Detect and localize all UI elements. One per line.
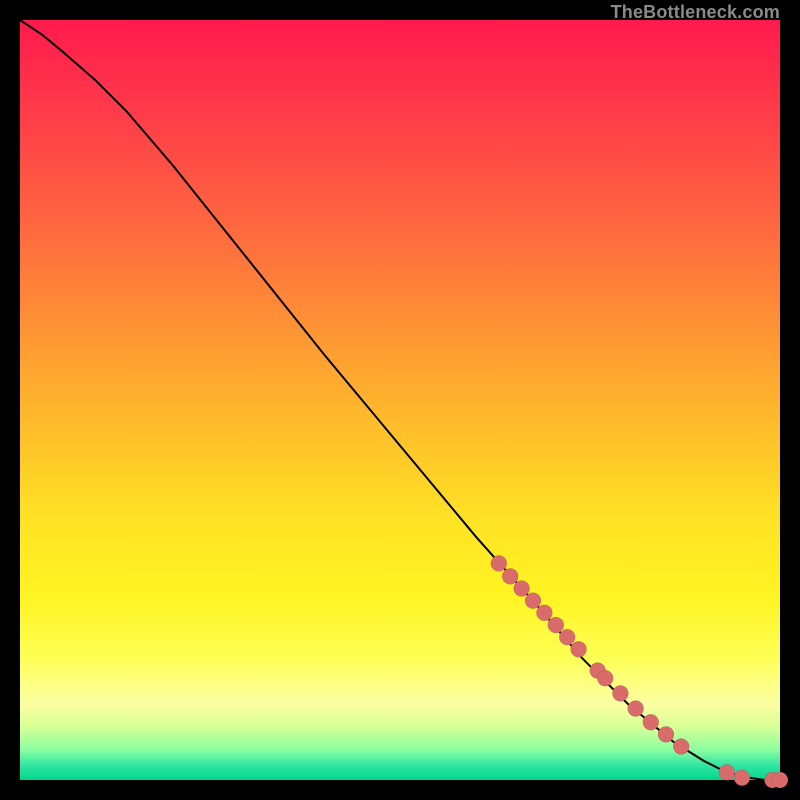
data-marker [548, 617, 564, 633]
data-marker [536, 605, 552, 621]
data-marker [559, 629, 575, 645]
data-marker [491, 555, 507, 571]
data-marker [571, 641, 587, 657]
data-marker [719, 764, 735, 780]
chart-frame: TheBottleneck.com [20, 20, 780, 780]
marker-group [491, 555, 788, 788]
data-marker [502, 568, 518, 584]
chart-svg [20, 20, 780, 780]
data-marker [673, 739, 689, 755]
data-marker [597, 670, 613, 686]
data-marker [525, 593, 541, 609]
data-marker [734, 770, 750, 786]
data-marker [514, 580, 530, 596]
data-marker [772, 772, 788, 788]
data-marker [612, 685, 628, 701]
data-marker [628, 701, 644, 717]
curve-line [20, 20, 780, 780]
data-marker [658, 726, 674, 742]
data-marker [643, 714, 659, 730]
plot-area [20, 20, 780, 780]
